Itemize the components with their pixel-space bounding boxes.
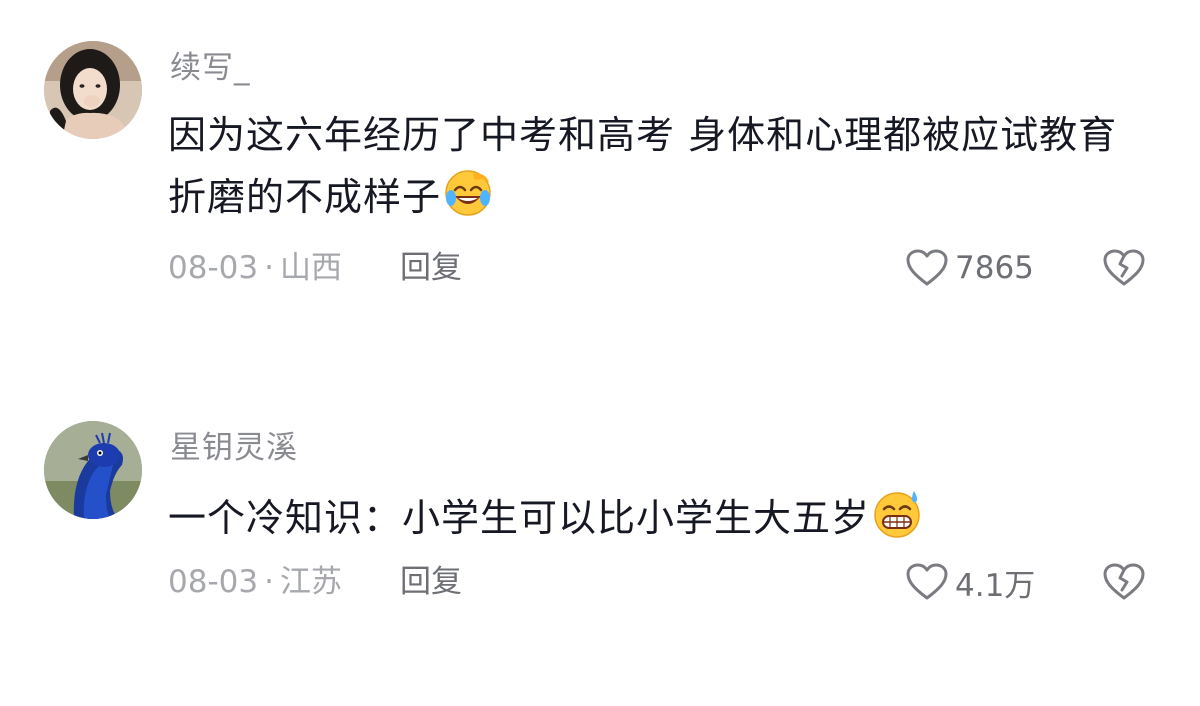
- dislike-button[interactable]: [1102, 560, 1146, 604]
- reply-button[interactable]: 回复: [400, 562, 462, 602]
- like-count: 7865: [955, 250, 1034, 286]
- comment-text-content: 因为这六年经历了中考和高考 身体和心理都被应试教育折磨的不成样子: [168, 113, 1118, 219]
- comment-meta: 08-03 · 山西: [168, 248, 342, 288]
- comment-meta: 08-03 · 江苏: [168, 562, 342, 602]
- avatar-image: [44, 41, 142, 139]
- avatar[interactable]: [44, 41, 142, 139]
- comment-text-content: 一个冷知识：小学生可以比小学生大五岁: [168, 496, 871, 540]
- avatar-image: [44, 421, 142, 519]
- avatar[interactable]: [44, 421, 142, 519]
- dislike-button[interactable]: [1102, 246, 1146, 290]
- comment-date: 08-03: [168, 564, 259, 600]
- grinning-sweat-emoji-icon: [872, 489, 922, 539]
- comment-location: 山西: [279, 250, 342, 286]
- username[interactable]: 星钥灵溪: [170, 428, 298, 468]
- username[interactable]: 续写_: [170, 48, 251, 88]
- comment-location: 江苏: [279, 564, 342, 600]
- broken-heart-icon: [1103, 249, 1145, 286]
- like-button[interactable]: 4.1万: [905, 560, 1035, 604]
- like-button[interactable]: 7865: [905, 246, 1034, 290]
- comment-text: 一个冷知识：小学生可以比小学生大五岁: [168, 487, 1148, 549]
- comment-date: 08-03: [168, 250, 259, 286]
- heart-icon: [906, 249, 948, 286]
- laughing-crying-emoji-icon: [443, 168, 493, 218]
- reply-button[interactable]: 回复: [400, 248, 462, 288]
- comment-text: 因为这六年经历了中考和高考 身体和心理都被应试教育折磨的不成样子: [168, 104, 1148, 228]
- broken-heart-icon: [1103, 563, 1145, 600]
- like-count: 4.1万: [955, 567, 1036, 604]
- meta-separator: ·: [264, 250, 274, 286]
- heart-icon: [906, 563, 948, 600]
- meta-separator: ·: [264, 564, 274, 600]
